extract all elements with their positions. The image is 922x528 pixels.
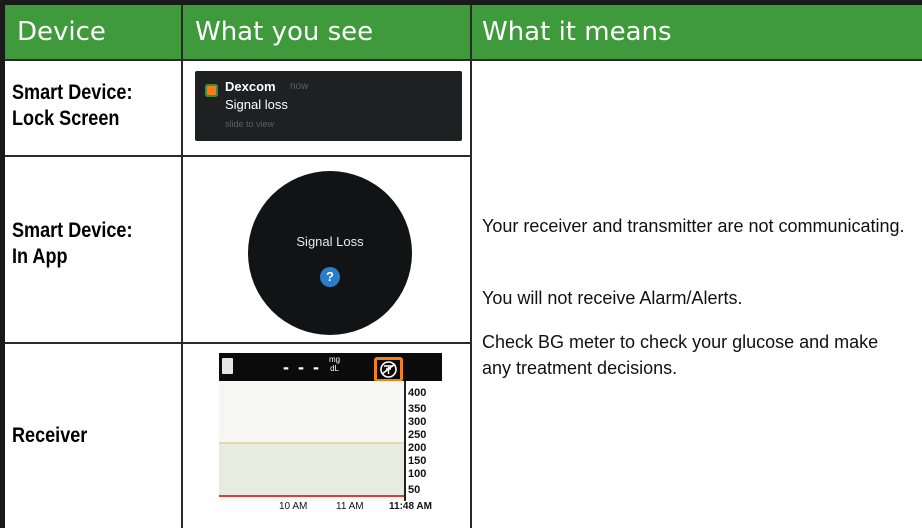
meaning-paragraph: Your receiver and transmitter are not co… (482, 216, 905, 236)
y-axis (404, 381, 406, 501)
device-label: In App (12, 245, 68, 268)
divider (470, 5, 472, 528)
y-tick: 300 (408, 416, 427, 428)
meaning-paragraph: Check BG meter to check your glucose and… (482, 332, 879, 378)
notification-hint: slide to view (225, 119, 275, 129)
receiver-screen: - - - mg dL 400 350 300 250 200 150 100 … (219, 353, 442, 517)
trend-graph (219, 381, 404, 501)
receiver-status-bar: - - - mg dL (219, 353, 442, 382)
receiver-reading: - - - (283, 357, 321, 377)
target-range-band (219, 443, 404, 495)
x-tick: 11:48 AM (389, 501, 432, 512)
device-label: Receiver (12, 424, 88, 447)
receiver-unit: mg dL (329, 355, 340, 373)
x-tick: 10 AM (279, 501, 308, 512)
device-receiver: Receiver (12, 423, 87, 449)
in-app-signal-loss-screen: Signal Loss ? (248, 171, 412, 335)
device-label: Smart Device: (12, 81, 133, 104)
y-tick: 200 (408, 442, 427, 454)
meaning-paragraph: You will not receive Alarm/Alerts. (482, 288, 743, 308)
divider (5, 155, 470, 157)
header-what-you-see: What you see (183, 5, 470, 59)
header-what-it-means: What it means (472, 5, 922, 59)
signal-loss-icon (380, 361, 397, 378)
y-tick: 250 (408, 429, 427, 441)
divider (5, 59, 922, 61)
y-tick: 350 (408, 403, 427, 415)
help-icon: ? (320, 267, 340, 287)
device-label: Lock Screen (12, 107, 120, 130)
y-tick: 100 (408, 468, 427, 480)
header-device: Device (5, 5, 181, 59)
notification-message: Signal loss (225, 97, 288, 112)
unit-bottom: dL (330, 364, 340, 373)
device-in-app: Smart Device: In App (12, 218, 132, 270)
low-target-line (219, 495, 404, 497)
notification-app-name: Dexcom (225, 79, 276, 94)
lock-screen-notification: Dexcom now Signal loss slide to view (195, 71, 462, 141)
signal-loss-label: Signal Loss (296, 234, 364, 249)
device-label: Smart Device: (12, 219, 133, 242)
divider (181, 5, 183, 528)
battery-icon (222, 358, 233, 374)
high-target-line (219, 442, 404, 444)
y-tick: 50 (408, 484, 421, 496)
notification-time: now (290, 81, 309, 92)
device-lock-screen: Smart Device: Lock Screen (12, 80, 132, 132)
y-tick: 150 (408, 455, 427, 467)
signal-loss-highlight (374, 357, 403, 382)
unit-top: mg (329, 355, 341, 364)
y-tick: 400 (408, 387, 427, 399)
x-tick: 11 AM (336, 501, 364, 512)
dexcom-app-icon (205, 84, 218, 97)
divider (5, 342, 470, 344)
